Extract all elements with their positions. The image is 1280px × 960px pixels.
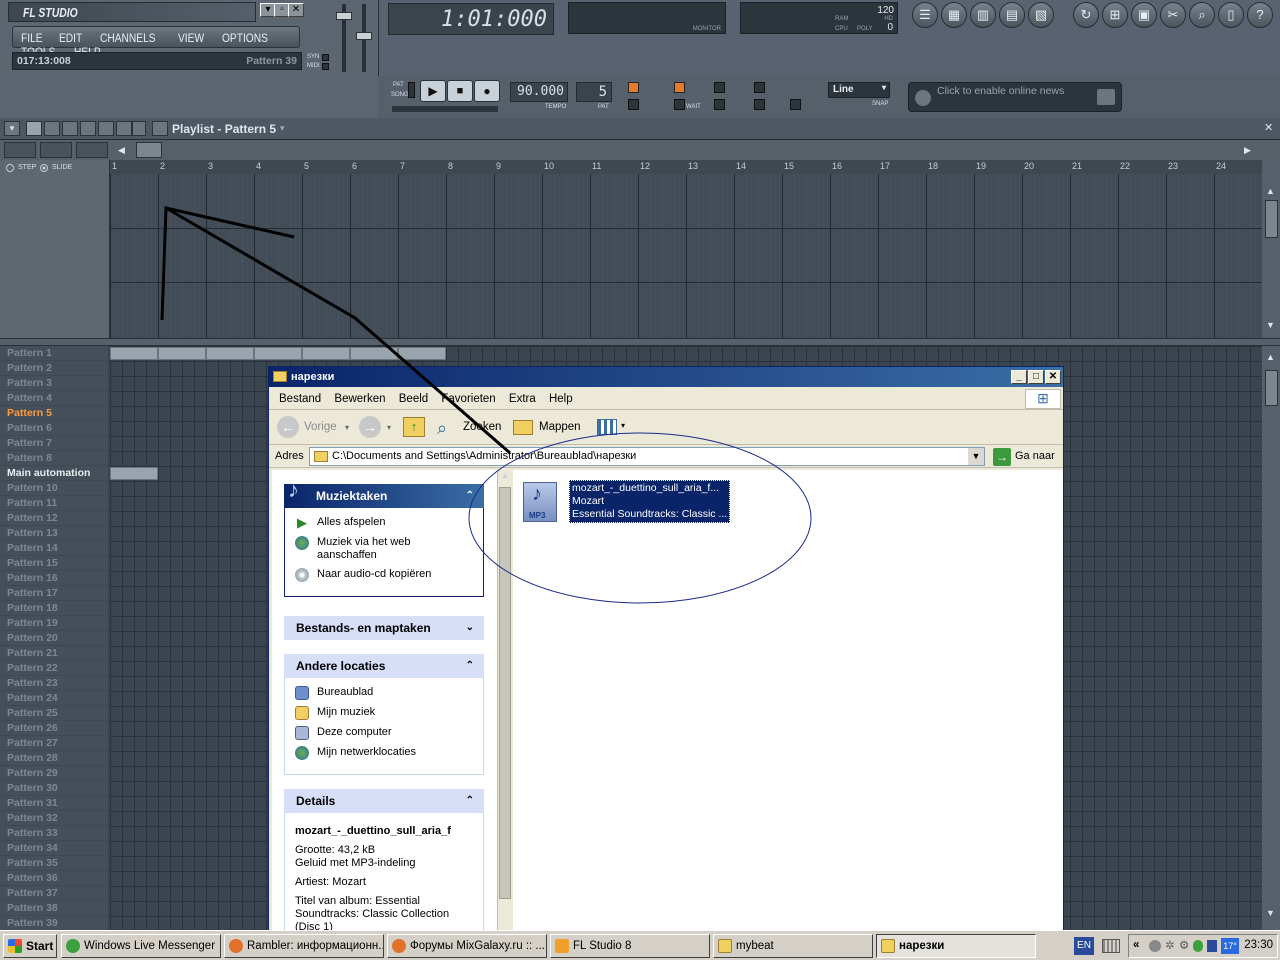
taskbar-messenger-label: Windows Live Messenger xyxy=(84,940,216,952)
taskbar-mixgalaxy[interactable]: Форумы MixGalaxy.ru :: ... xyxy=(387,934,547,958)
taskbar-flstudio-label: FL Studio 8 xyxy=(573,940,632,952)
taskbar-rambler-label: Rambler: информационн... xyxy=(247,940,384,952)
tray-weather-icon[interactable]: 17° xyxy=(1221,938,1239,954)
taskbar-flstudio[interactable]: FL Studio 8 xyxy=(550,934,710,958)
tray-expand-icon[interactable]: « xyxy=(1133,939,1139,951)
taskbar-narezki[interactable]: нарезки xyxy=(876,934,1036,958)
tray-flag-icon[interactable] xyxy=(1207,940,1217,952)
drawn-annotation xyxy=(160,206,812,604)
firefox-icon xyxy=(392,939,406,953)
taskbar-messenger[interactable]: Windows Live Messenger xyxy=(61,934,221,958)
taskbar-mybeat[interactable]: mybeat xyxy=(713,934,873,958)
keyboard-icon[interactable] xyxy=(1102,939,1120,953)
start-button[interactable]: Start xyxy=(3,934,57,958)
annotation-arrow xyxy=(160,206,295,321)
taskbar-mixgalaxy-label: Форумы MixGalaxy.ru :: ... xyxy=(410,940,546,952)
windows-flag-icon xyxy=(8,939,22,953)
folder-icon xyxy=(881,939,895,953)
tray-messenger-icon[interactable] xyxy=(1193,940,1203,952)
flstudio-icon xyxy=(555,939,569,953)
messenger-icon xyxy=(66,939,80,953)
taskbar-narezki-label: нарезки xyxy=(899,940,945,952)
annotation-line xyxy=(165,206,511,455)
clock[interactable]: 23:30 xyxy=(1244,939,1273,951)
start-label: Start xyxy=(26,939,54,953)
tray-star-icon[interactable]: ✲ xyxy=(1165,938,1175,952)
taskbar-rambler[interactable]: Rambler: информационн... xyxy=(224,934,384,958)
language-indicator[interactable]: EN xyxy=(1074,937,1094,955)
temperature: 17° xyxy=(1223,941,1237,951)
folder-icon xyxy=(718,939,732,953)
taskbar: Start Windows Live Messenger Rambler: ин… xyxy=(0,930,1280,960)
system-tray: « ✲ ⚙ 17° 23:30 xyxy=(1128,934,1278,958)
annotation-circle xyxy=(468,432,812,604)
language-label: EN xyxy=(1077,940,1091,951)
taskbar-mybeat-label: mybeat xyxy=(736,940,774,952)
firefox-icon xyxy=(229,939,243,953)
tray-app-icon[interactable] xyxy=(1149,940,1161,952)
tray-network-icon[interactable]: ⚙ xyxy=(1179,938,1189,952)
